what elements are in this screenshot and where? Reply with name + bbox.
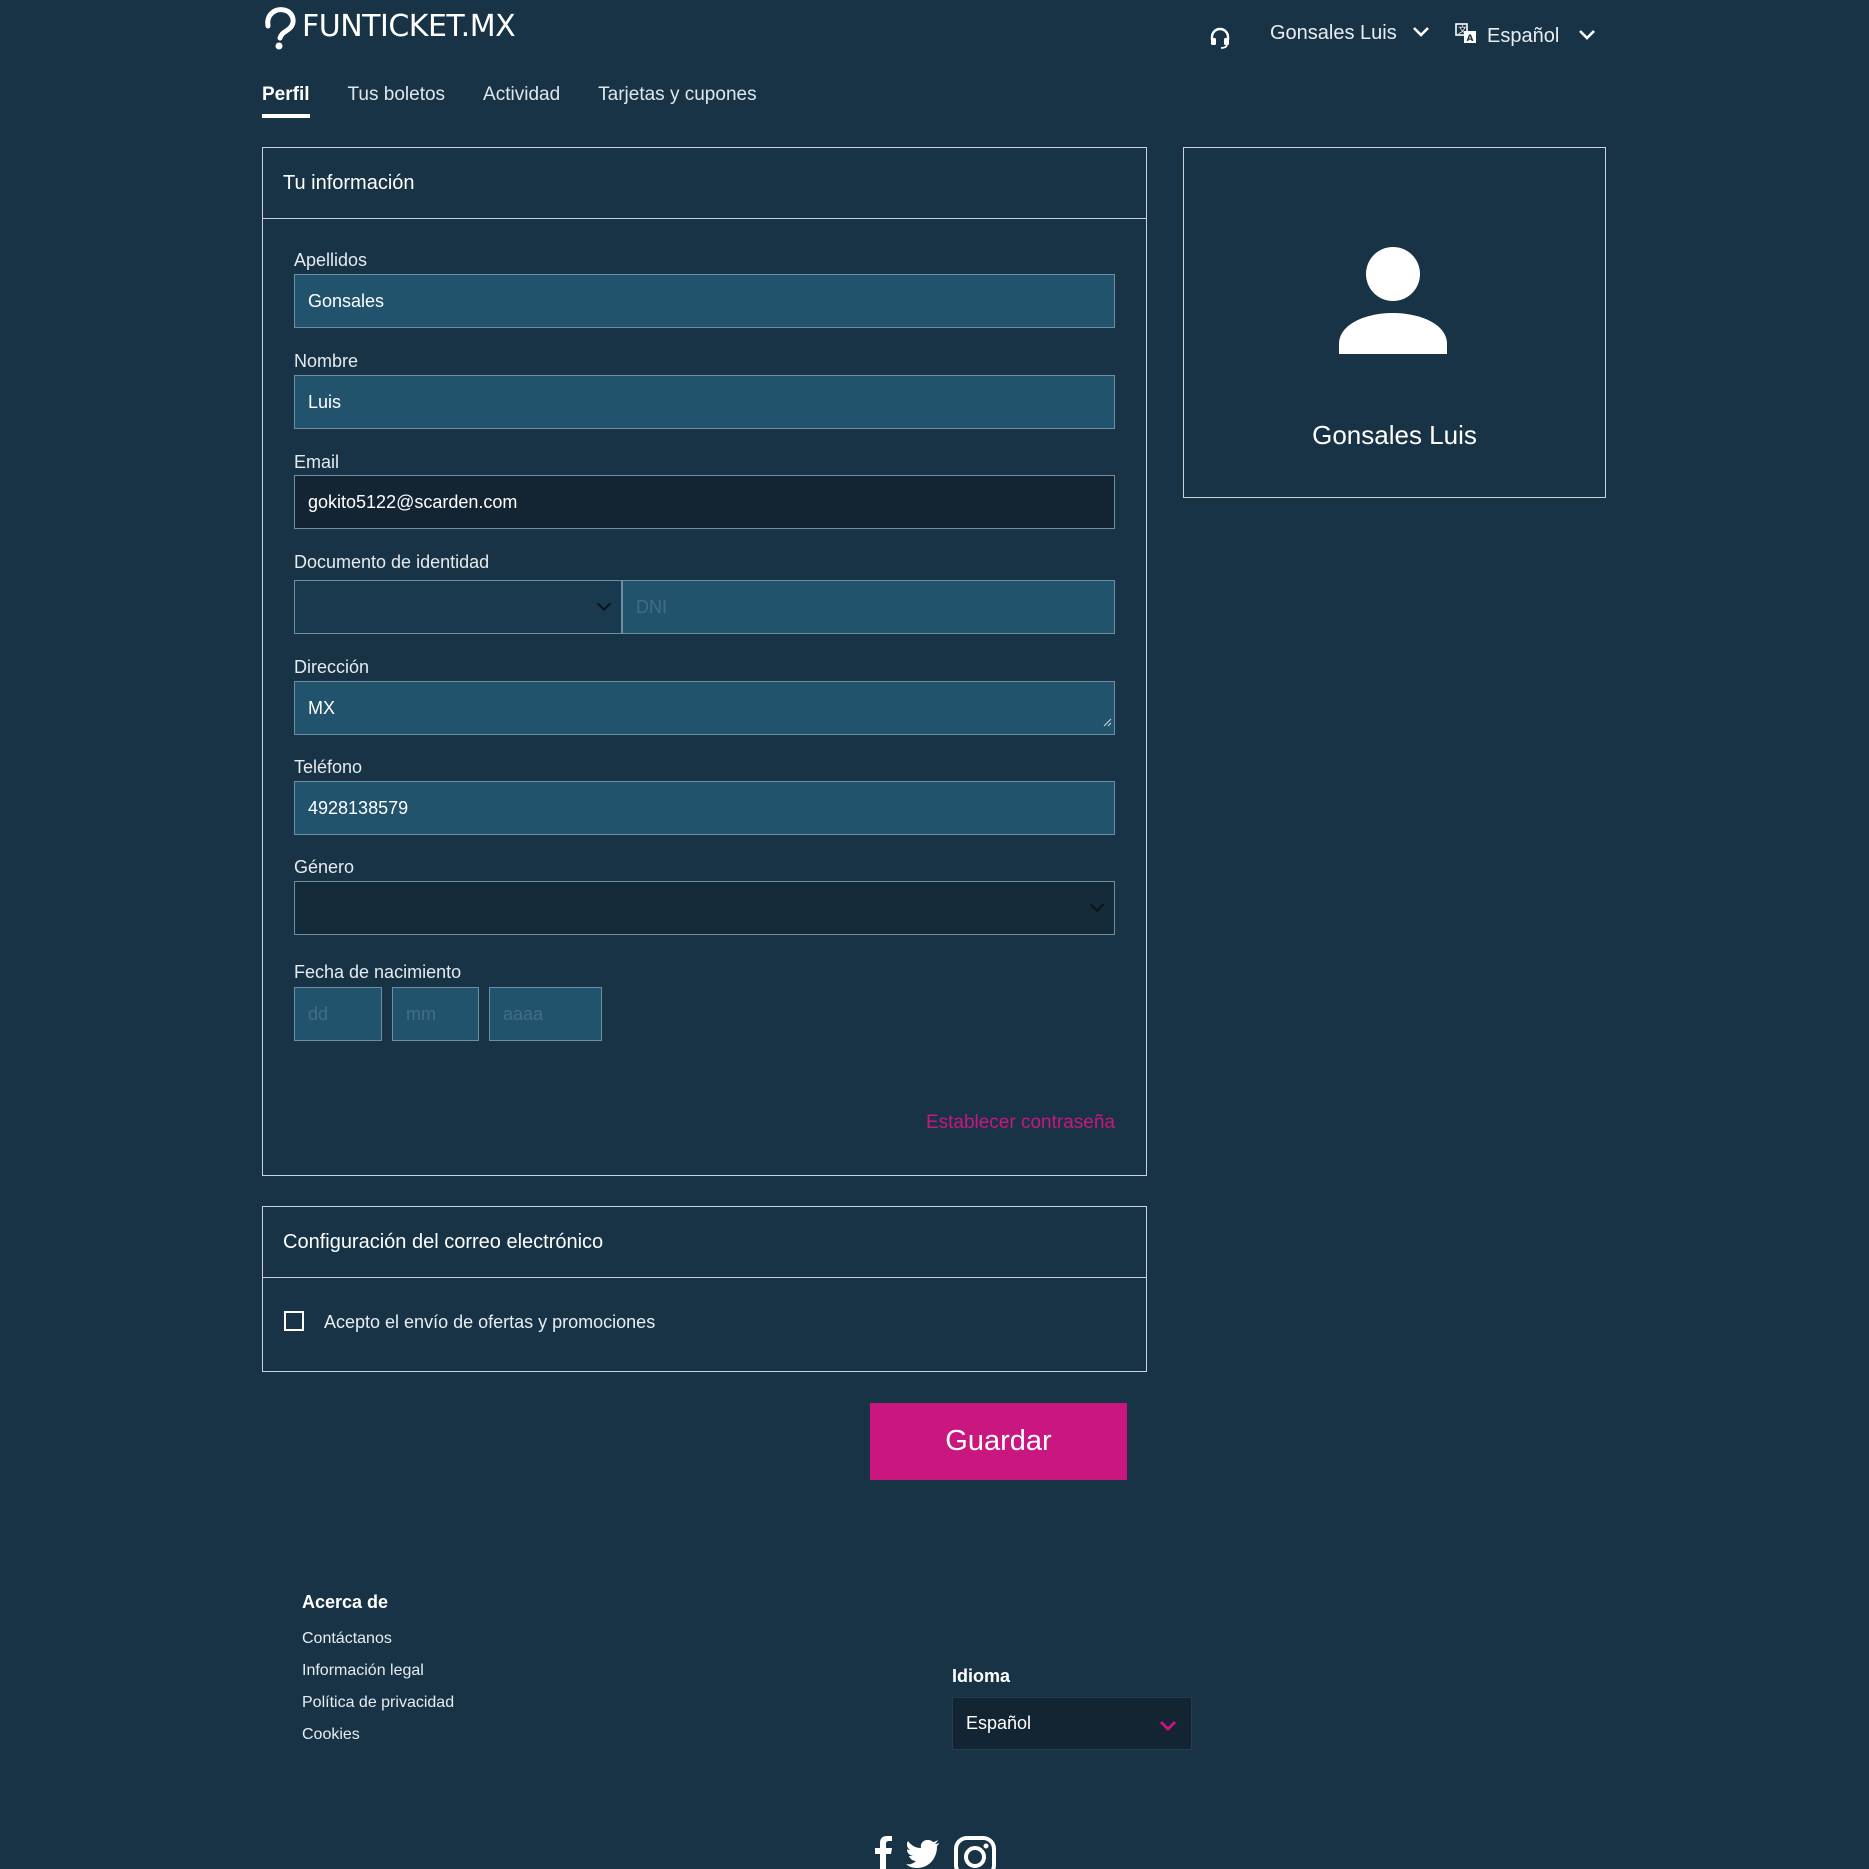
footer-about-title: Acerca de bbox=[302, 1592, 389, 1612]
documento-type-select[interactable] bbox=[294, 580, 622, 634]
footer-language-select[interactable]: Español bbox=[952, 1697, 1192, 1750]
direccion-textarea[interactable]: MX bbox=[294, 681, 1115, 735]
tab-perfil[interactable]: Perfil bbox=[262, 84, 310, 118]
email-label: Email bbox=[294, 452, 340, 472]
support-headset-icon[interactable] bbox=[1208, 26, 1232, 50]
logo-icon bbox=[262, 4, 298, 50]
chevron-down-icon bbox=[1577, 25, 1597, 48]
genero-select[interactable] bbox=[294, 881, 1115, 935]
footer-link-contact[interactable]: Contáctanos bbox=[302, 1630, 392, 1648]
offers-checkbox[interactable] bbox=[284, 1311, 304, 1331]
language-menu[interactable]: 文 A Español bbox=[1455, 22, 1597, 50]
logo-text: FUNTICKET.MX bbox=[302, 8, 516, 44]
translate-icon: 文 A bbox=[1455, 22, 1477, 50]
svg-text:A: A bbox=[1467, 34, 1474, 44]
footer-link-privacy[interactable]: Política de privacidad bbox=[302, 1694, 454, 1712]
tab-tus-boletos[interactable]: Tus boletos bbox=[348, 84, 446, 118]
tab-actividad[interactable]: Actividad bbox=[483, 84, 560, 118]
dni-input[interactable]: DNI bbox=[622, 580, 1115, 634]
site-logo[interactable]: FUNTICKET.MX bbox=[262, 4, 516, 50]
user-menu[interactable]: Gonsales Luis bbox=[1270, 22, 1431, 45]
facebook-icon[interactable] bbox=[872, 1836, 894, 1869]
profile-tabs: Perfil Tus boletos Actividad Tarjetas y … bbox=[262, 84, 795, 118]
email-config-title: Configuración del correo electrónico bbox=[263, 1207, 1146, 1278]
info-card-title: Tu información bbox=[263, 148, 1146, 219]
genero-label: Género bbox=[294, 857, 355, 877]
apellidos-label: Apellidos bbox=[294, 250, 368, 270]
tab-tarjetas-cupones[interactable]: Tarjetas y cupones bbox=[598, 84, 756, 118]
footer-link-legal[interactable]: Información legal bbox=[302, 1662, 424, 1680]
offers-checkbox-label[interactable]: Acepto el envío de ofertas y promociones bbox=[324, 1312, 655, 1333]
fecha-mm-input[interactable]: mm bbox=[392, 987, 479, 1041]
user-menu-name: Gonsales Luis bbox=[1270, 22, 1397, 44]
telefono-input[interactable]: 4928138579 bbox=[294, 781, 1115, 835]
chevron-down-icon bbox=[1089, 897, 1105, 913]
fecha-label: Fecha de nacimiento bbox=[294, 962, 462, 982]
footer-link-cookies[interactable]: Cookies bbox=[302, 1726, 360, 1744]
chevron-down-icon bbox=[1411, 22, 1431, 45]
email-input[interactable]: gokito5122@scarden.com bbox=[294, 475, 1115, 529]
documento-label: Documento de identidad bbox=[294, 552, 490, 572]
direccion-value: MX bbox=[308, 697, 335, 718]
nombre-label: Nombre bbox=[294, 351, 359, 371]
email-config-card: Configuración del correo electrónico bbox=[262, 1206, 1147, 1372]
apellidos-input[interactable]: Gonsales bbox=[294, 274, 1115, 328]
language-menu-label: Español bbox=[1487, 24, 1560, 47]
save-button[interactable]: Guardar bbox=[870, 1403, 1127, 1480]
avatar-icon bbox=[1338, 246, 1448, 361]
resize-handle-icon[interactable] bbox=[1103, 711, 1112, 732]
twitter-icon[interactable] bbox=[906, 1840, 940, 1869]
footer-language-title: Idioma bbox=[952, 1666, 1011, 1686]
nombre-input[interactable]: Luis bbox=[294, 375, 1115, 429]
footer-language-value: Español bbox=[966, 1713, 1032, 1733]
fecha-dd-input[interactable]: dd bbox=[294, 987, 382, 1041]
direccion-label: Dirección bbox=[294, 657, 370, 677]
fecha-aaaa-input[interactable]: aaaa bbox=[489, 987, 602, 1041]
chevron-down-icon bbox=[596, 596, 612, 612]
set-password-link[interactable]: Establecer contraseña bbox=[926, 1112, 1115, 1134]
chevron-down-icon bbox=[1159, 1716, 1177, 1737]
profile-card: Gonsales Luis bbox=[1183, 147, 1606, 498]
instagram-icon[interactable] bbox=[954, 1836, 996, 1869]
profile-name: Gonsales Luis bbox=[1312, 420, 1477, 450]
telefono-label: Teléfono bbox=[294, 757, 363, 777]
